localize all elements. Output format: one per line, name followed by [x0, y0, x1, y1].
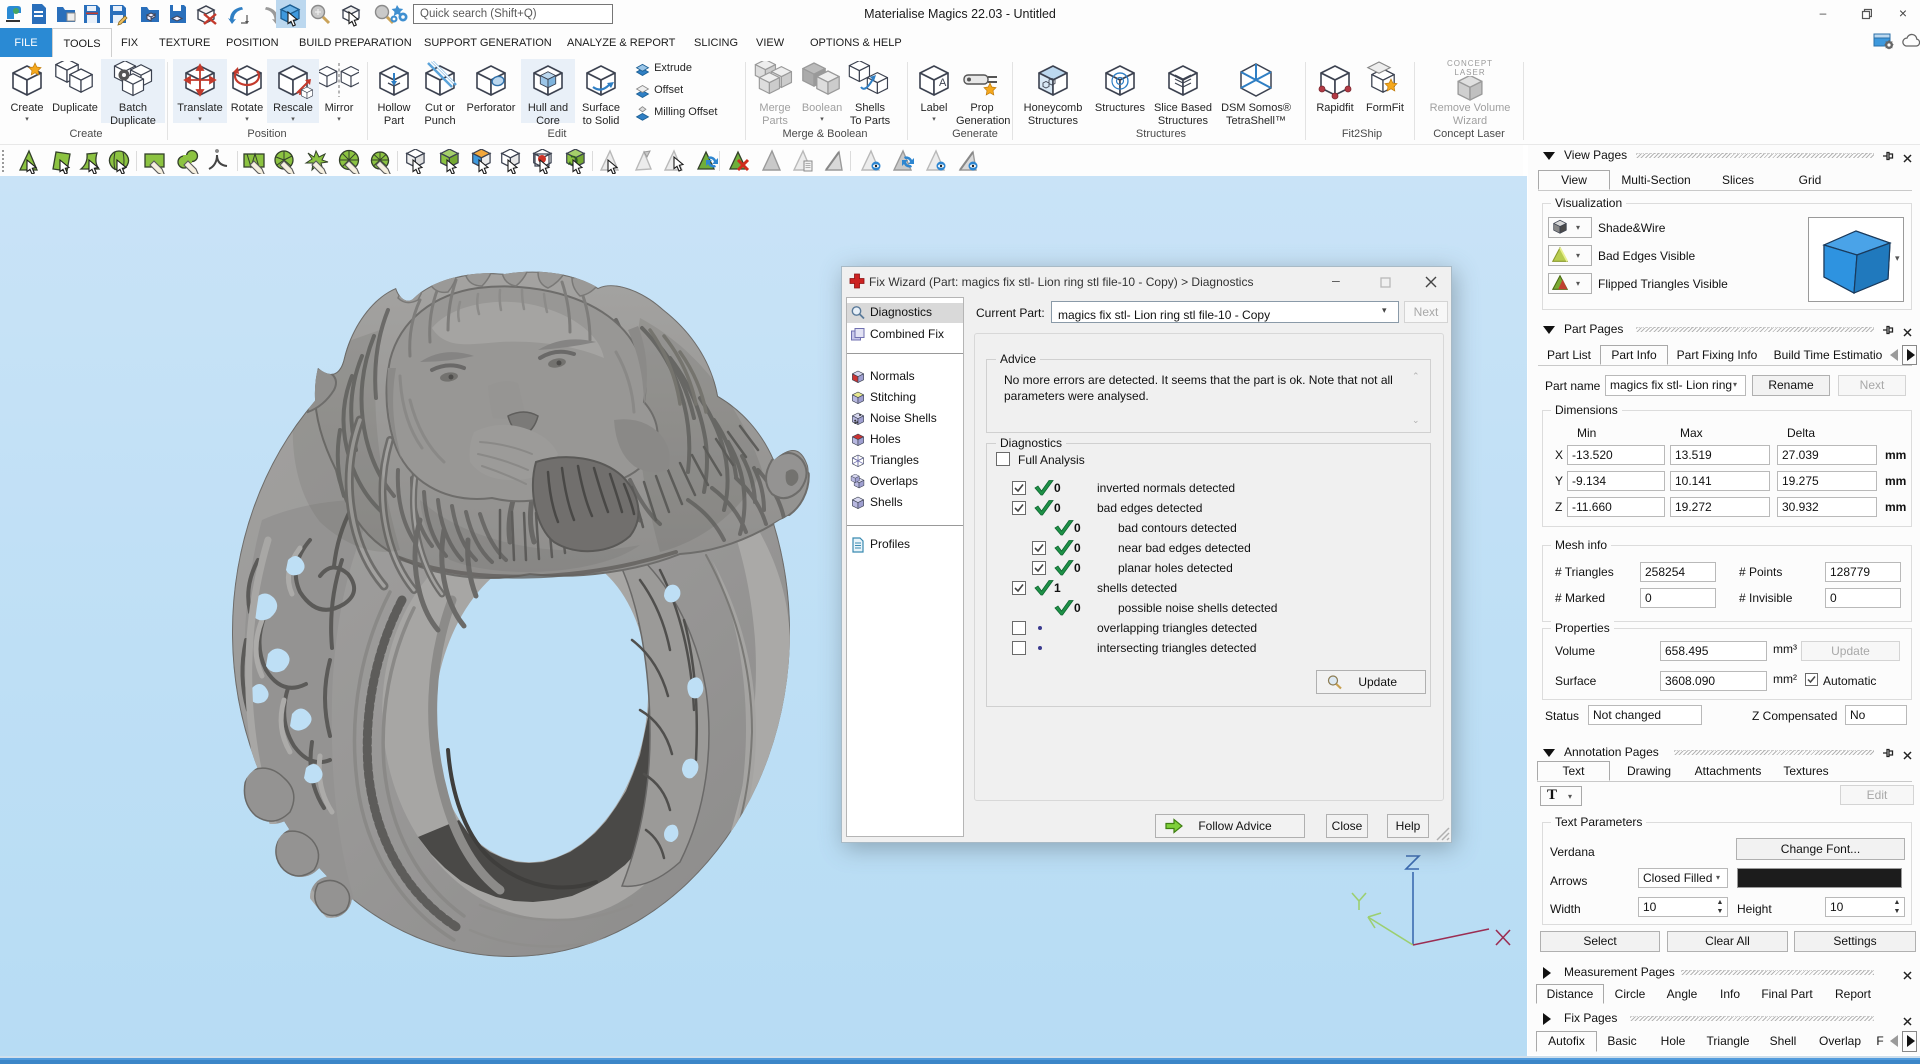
svg-text:A: A: [939, 77, 947, 89]
